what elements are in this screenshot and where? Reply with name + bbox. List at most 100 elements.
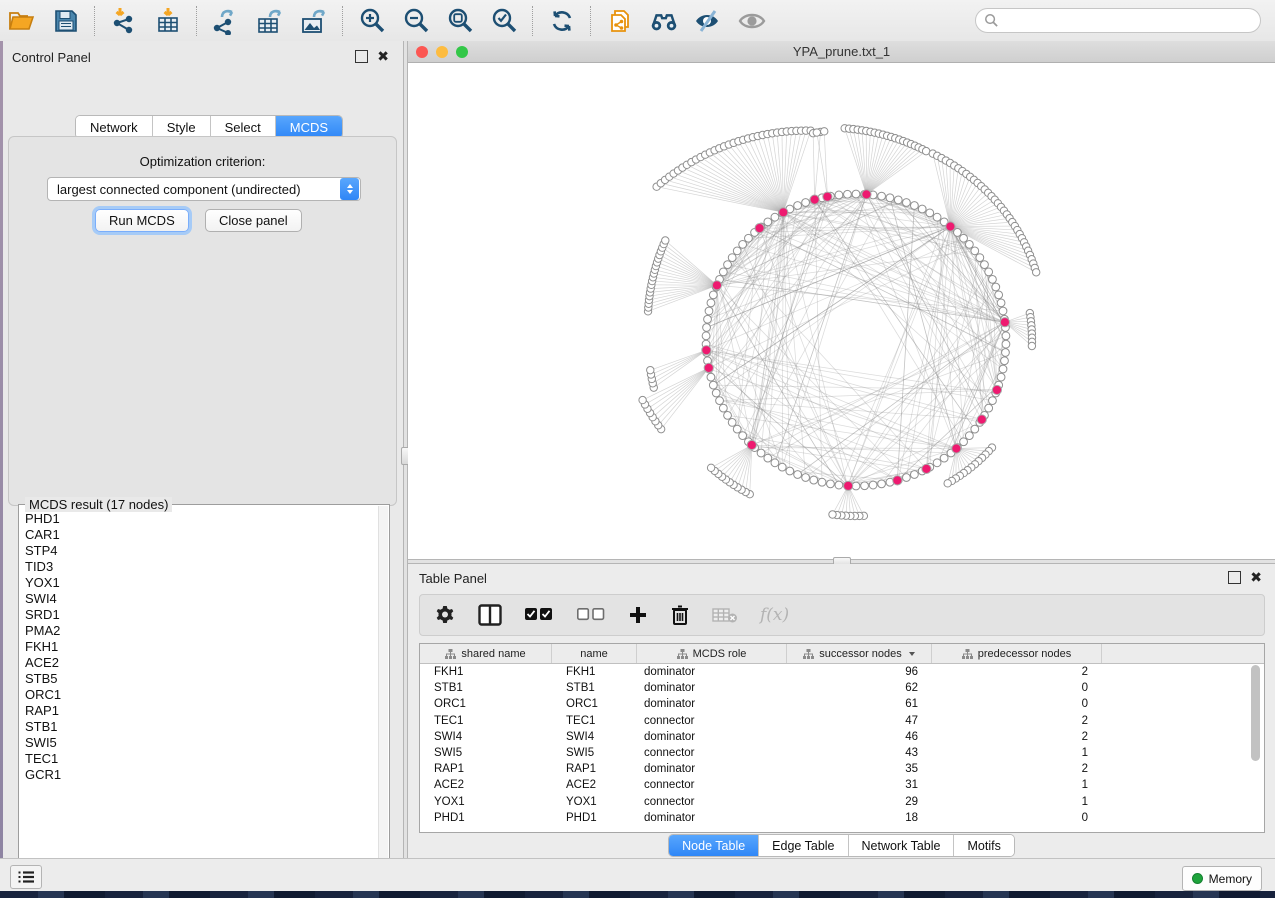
mcds-hub-node[interactable] [893,476,902,485]
mcds-result-item[interactable]: SWI5 [25,735,389,751]
network-leaf-node[interactable] [707,464,714,471]
column-header-successor-nodes[interactable]: successor nodes [787,644,932,663]
mcds-hub-node[interactable] [823,192,832,201]
zoom-out-icon[interactable] [401,6,431,36]
network-node[interactable] [852,482,860,490]
network-leaf-node[interactable] [1028,342,1035,349]
network-node[interactable] [739,240,747,248]
network-leaf-node[interactable] [662,237,669,244]
network-node[interactable] [757,449,765,457]
network-node[interactable] [728,254,736,262]
network-node[interactable] [852,190,860,198]
network-node[interactable] [771,459,779,467]
zoom-fit-icon[interactable] [445,6,475,36]
hide-selected-icon[interactable] [693,6,723,36]
network-node[interactable] [869,481,877,489]
network-node[interactable] [903,199,911,207]
network-node[interactable] [709,381,717,389]
mcds-result-item[interactable]: FKH1 [25,639,389,655]
network-node[interactable] [712,389,720,397]
table-row[interactable]: SWI4SWI4dominator462 [420,729,1264,745]
mcds-hub-node[interactable] [702,346,711,355]
mcds-result-item[interactable]: RAP1 [25,703,389,719]
network-node[interactable] [716,397,724,405]
mcds-result-item[interactable]: STB1 [25,719,389,735]
network-node[interactable] [794,471,802,479]
network-node[interactable] [1002,340,1010,348]
close-panel-icon[interactable]: ✖ [377,51,389,62]
mcds-hub-node[interactable] [1000,318,1009,327]
network-node[interactable] [703,324,711,332]
table-row[interactable]: ORC1ORC1dominator610 [420,696,1264,712]
network-node[interactable] [709,291,717,299]
panel-toggle-button[interactable] [10,865,42,889]
network-node[interactable] [724,411,732,419]
mcds-result-item[interactable]: STB5 [25,671,389,687]
tab-mcds[interactable]: MCDS [276,116,342,138]
network-leaf-node[interactable] [813,129,820,136]
network-node[interactable] [719,268,727,276]
find-icon[interactable] [649,6,679,36]
search-input[interactable] [999,13,1260,29]
network-node[interactable] [778,463,786,471]
mcds-hub-node[interactable] [704,363,713,372]
node-table[interactable]: shared namenameMCDS rolesuccessor nodesp… [419,643,1265,833]
close-panel-button[interactable]: Close panel [205,209,302,232]
save-session-icon[interactable] [51,6,81,36]
column-header-MCDS-role[interactable]: MCDS role [637,644,787,663]
network-leaf-node[interactable] [639,396,646,403]
memory-button[interactable]: Memory [1182,866,1262,891]
network-node[interactable] [733,247,741,255]
network-node[interactable] [818,478,826,486]
network-node[interactable] [802,474,810,482]
mcds-hub-node[interactable] [952,444,961,453]
network-node[interactable] [1002,349,1010,357]
export-table-icon[interactable] [255,6,285,36]
tab-select[interactable]: Select [211,116,276,138]
tab-network-table[interactable]: Network Table [849,835,955,856]
network-node[interactable] [997,373,1005,381]
table-row[interactable]: YOX1YOX1connector291 [420,794,1264,810]
network-node[interactable] [926,209,934,217]
apply-layout-icon[interactable] [547,6,577,36]
network-node[interactable] [965,432,973,440]
mcds-result-scrollbar[interactable] [378,506,388,876]
network-node[interactable] [940,454,948,462]
delete-column-icon[interactable] [670,602,690,628]
column-panel-icon[interactable] [478,602,502,628]
optimization-criterion-select[interactable]: largest connected component (undirected) [47,177,361,201]
table-row[interactable]: TEC1TEC1connector472 [420,713,1264,729]
network-node[interactable] [707,373,715,381]
network-node[interactable] [960,438,968,446]
network-node[interactable] [771,213,779,221]
table-scrollbar[interactable] [1251,665,1260,761]
mcds-result-item[interactable]: SRD1 [25,607,389,623]
mcds-result-list[interactable]: PHD1CAR1STP4TID3YOX1SWI4SRD1PMA2FKH1ACE2… [19,505,389,783]
network-node[interactable] [910,471,918,479]
table-row[interactable]: PHD1PHD1dominator180 [420,810,1264,826]
show-all-icon[interactable] [737,6,767,36]
network-node[interactable] [764,454,772,462]
import-table-icon[interactable] [153,6,183,36]
mcds-result-item[interactable]: STP4 [25,543,389,559]
network-node[interactable] [886,194,894,202]
network-node[interactable] [739,432,747,440]
network-node[interactable] [764,218,772,226]
mcds-hub-node[interactable] [862,190,871,199]
table-row[interactable]: FKH1FKH1dominator962 [420,664,1264,680]
mcds-hub-node[interactable] [779,208,788,217]
clone-network-icon[interactable] [605,6,635,36]
mcds-hub-node[interactable] [747,440,756,449]
mcds-hub-node[interactable] [992,385,1001,394]
network-node[interactable] [997,299,1005,307]
network-node[interactable] [954,229,962,237]
tab-edge-table[interactable]: Edge Table [759,835,848,856]
network-node[interactable] [989,397,997,405]
network-node[interactable] [985,268,993,276]
mcds-hub-node[interactable] [946,222,955,231]
network-node[interactable] [705,307,713,315]
column-header-shared-name[interactable]: shared name [420,644,552,663]
network-node[interactable] [981,261,989,269]
network-node[interactable] [992,283,1000,291]
add-column-icon[interactable] [628,602,648,628]
